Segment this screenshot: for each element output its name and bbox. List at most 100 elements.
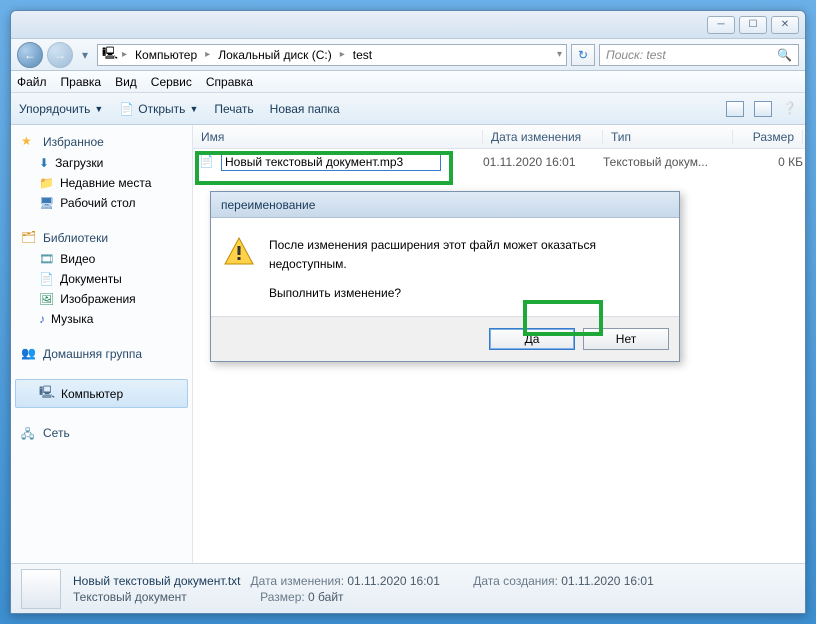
- titlebar: ─ ☐ ✕: [11, 11, 805, 39]
- sidebar-libraries-header[interactable]: 🗂 Библиотеки: [11, 227, 192, 249]
- sidebar-item-label: Загрузки: [55, 156, 103, 170]
- chevron-right-icon: ▸: [205, 49, 210, 60]
- sidebar-homegroup[interactable]: 👥 Домашняя группа: [11, 343, 192, 365]
- back-button[interactable]: ←: [17, 42, 43, 68]
- yes-button[interactable]: Да: [489, 328, 575, 350]
- sidebar-item-pictures[interactable]: 🖼 Изображения: [11, 289, 192, 309]
- file-size: 0 КБ: [733, 155, 803, 169]
- address-bar[interactable]: 🖳 ▸ Компьютер ▸ Локальный диск (C:) ▸ te…: [97, 44, 567, 66]
- arrow-left-icon: ←: [24, 48, 36, 62]
- star-icon: ★: [21, 134, 37, 150]
- sidebar-item-documents[interactable]: 📄 Документы: [11, 269, 192, 289]
- refresh-button[interactable]: ↻: [571, 44, 595, 66]
- chevron-right-icon: ▸: [122, 49, 127, 60]
- sidebar-item-label: Музыка: [51, 312, 93, 326]
- col-modified[interactable]: Дата изменения: [483, 130, 603, 144]
- sidebar-item-label: Недавние места: [60, 176, 151, 190]
- chevron-right-icon: ▸: [340, 49, 345, 60]
- sidebar-item-downloads[interactable]: ⬇ Загрузки: [11, 153, 192, 173]
- newfolder-button[interactable]: Новая папка: [270, 102, 340, 116]
- dialog-message-1: После изменения расширения этот файл мож…: [269, 236, 667, 274]
- search-icon: 🔍: [777, 48, 792, 62]
- dialog-title: переименование: [211, 192, 679, 218]
- history-dropdown[interactable]: ▾: [77, 45, 93, 65]
- menu-tools[interactable]: Сервис: [151, 75, 192, 89]
- forward-button[interactable]: →: [47, 42, 73, 68]
- network-label: Сеть: [43, 426, 70, 440]
- dialog-message-2: Выполнить изменение?: [269, 284, 667, 303]
- sidebar-item-label: Рабочий стол: [60, 196, 135, 210]
- file-modified: 01.11.2020 16:01: [483, 155, 603, 169]
- folder-icon: 📁: [39, 176, 54, 190]
- col-name[interactable]: Имя: [193, 130, 483, 144]
- libraries-label: Библиотеки: [43, 231, 108, 245]
- close-button[interactable]: ✕: [771, 16, 799, 34]
- picture-icon: 🖼: [39, 292, 54, 306]
- refresh-icon: ↻: [578, 48, 588, 62]
- open-label: Открыть: [138, 102, 185, 116]
- open-button[interactable]: 📄 Открыть ▼: [119, 102, 198, 116]
- breadcrumb-computer[interactable]: Компьютер: [131, 46, 201, 64]
- menu-help[interactable]: Справка: [206, 75, 253, 89]
- sidebar-network[interactable]: 🖧 Сеть: [11, 422, 192, 444]
- computer-label: Компьютер: [61, 387, 123, 401]
- filename-edit-input[interactable]: [221, 153, 441, 171]
- sidebar-item-label: Видео: [60, 252, 95, 266]
- sidebar: ★ Избранное ⬇ Загрузки 📁 Недавние места …: [11, 125, 193, 563]
- computer-icon: 🖳: [39, 383, 55, 404]
- sidebar-item-recent[interactable]: 📁 Недавние места: [11, 173, 192, 193]
- sidebar-item-music[interactable]: ♪ Музыка: [11, 309, 192, 329]
- file-row[interactable]: 📄 01.11.2020 16:01 Текстовый докум... 0 …: [193, 151, 805, 173]
- sidebar-item-desktop[interactable]: 🖥 Рабочий стол: [11, 193, 192, 213]
- status-size-value: 0 байт: [308, 590, 343, 604]
- organize-button[interactable]: Упорядочить ▼: [19, 102, 103, 116]
- homegroup-icon: 👥: [21, 346, 37, 362]
- file-type: Текстовый докум...: [603, 155, 733, 169]
- sidebar-item-video[interactable]: 🎞 Видео: [11, 249, 192, 269]
- status-subtitle: Текстовый документ: [73, 590, 187, 604]
- col-size[interactable]: Размер: [733, 130, 803, 144]
- print-label: Печать: [214, 102, 253, 116]
- document-icon: 📄: [119, 102, 134, 116]
- preview-pane-button[interactable]: [754, 101, 772, 117]
- status-filename: Новый текстовый документ.txt: [73, 574, 241, 588]
- minimize-button[interactable]: ─: [707, 16, 735, 34]
- text-file-icon: 📄: [199, 154, 215, 170]
- print-button[interactable]: Печать: [214, 102, 253, 116]
- view-options-button[interactable]: [726, 101, 744, 117]
- chevron-down-icon[interactable]: ▾: [557, 49, 562, 60]
- col-type[interactable]: Тип: [603, 130, 733, 144]
- menubar: Файл Правка Вид Сервис Справка: [11, 71, 805, 93]
- search-placeholder: Поиск: test: [606, 48, 666, 62]
- network-icon: 🖧: [21, 425, 37, 441]
- breadcrumb-folder[interactable]: test: [349, 46, 376, 64]
- sidebar-computer[interactable]: 🖳 Компьютер: [15, 379, 188, 408]
- status-created-value: 01.11.2020 16:01: [561, 574, 654, 588]
- file-large-icon: [21, 569, 61, 609]
- rename-dialog: переименование После изменения расширени…: [210, 191, 680, 362]
- search-input[interactable]: Поиск: test 🔍: [599, 44, 799, 66]
- video-icon: 🎞: [39, 252, 54, 266]
- status-created-label: Дата создания:: [473, 574, 558, 588]
- menu-edit[interactable]: Правка: [61, 75, 102, 89]
- maximize-button[interactable]: ☐: [739, 16, 767, 34]
- favorites-label: Избранное: [43, 135, 104, 149]
- menu-view[interactable]: Вид: [115, 75, 137, 89]
- help-button[interactable]: ❔: [782, 101, 797, 117]
- no-button[interactable]: Нет: [583, 328, 669, 350]
- warning-icon: [223, 236, 255, 268]
- sidebar-item-label: Изображения: [60, 292, 135, 306]
- arrow-right-icon: →: [54, 48, 66, 62]
- explorer-window: ─ ☐ ✕ ← → ▾ 🖳 ▸ Компьютер ▸ Локальный ди…: [10, 10, 806, 614]
- status-mod-value: 01.11.2020 16:01: [347, 574, 440, 588]
- library-icon: 🗂: [21, 230, 37, 246]
- column-headers: Имя Дата изменения Тип Размер: [193, 125, 805, 149]
- document-icon: 📄: [39, 272, 54, 286]
- sidebar-favorites-header[interactable]: ★ Избранное: [11, 131, 192, 153]
- music-icon: ♪: [39, 312, 45, 326]
- menu-file[interactable]: Файл: [17, 75, 47, 89]
- desktop-icon: 🖥: [39, 196, 54, 210]
- download-icon: ⬇: [39, 156, 49, 170]
- organize-label: Упорядочить: [19, 102, 90, 116]
- breadcrumb-drive[interactable]: Локальный диск (C:): [214, 46, 336, 64]
